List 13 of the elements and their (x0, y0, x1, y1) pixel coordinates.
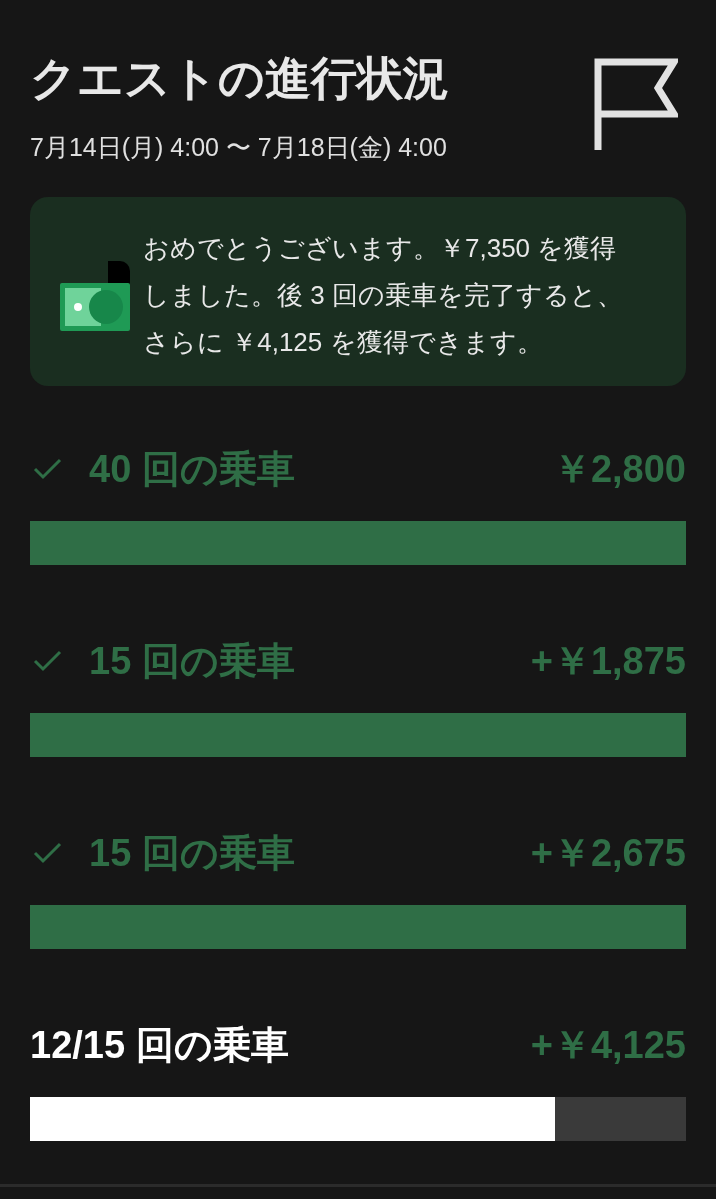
milestone-label: 12/15 回の乗車 (30, 1023, 289, 1068)
milestone-reward: +￥1,875 (530, 639, 686, 684)
milestone-label: 15 回の乗車 (89, 639, 295, 684)
money-icon (60, 260, 130, 331)
reward-message: おめでとうございます。￥7,350 を獲得しました。後 3 回の乗車を完了すると、さらに ￥4,125 を獲得できます。 (143, 232, 624, 359)
page-title: クエストの進行状況 (30, 51, 449, 106)
milestone-reward: +￥4,125 (530, 1023, 686, 1068)
milestone-label: 15 回の乗車 (89, 831, 295, 876)
quest-period: 7月14日(月) 4:00 〜 7月18日(金) 4:00 (30, 132, 448, 163)
milestone-reward: ￥2,800 (552, 447, 686, 492)
milestone-reward: +￥2,675 (530, 831, 686, 876)
flag-icon (594, 58, 678, 150)
milestone-label: 40 回の乗車 (89, 447, 295, 492)
